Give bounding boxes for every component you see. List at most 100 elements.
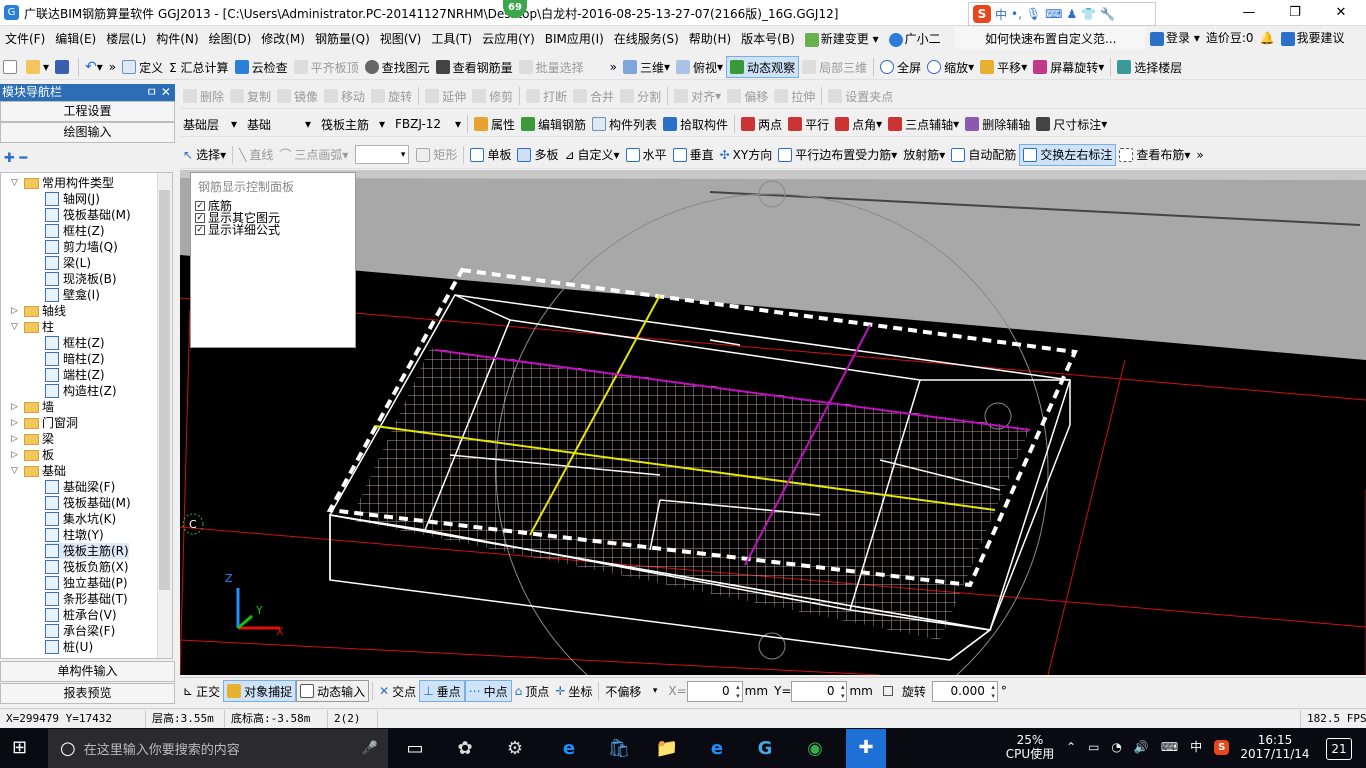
menu-help[interactable]: 帮助(H) [684, 30, 736, 47]
tree-item[interactable]: 独立基础(P) [45, 575, 128, 591]
engineering-settings-button[interactable]: 工程设置 [0, 101, 175, 122]
delete-aux-button[interactable]: 删除辅轴 [962, 113, 1033, 135]
tree-item[interactable]: 暗柱(Z) [45, 351, 105, 367]
tree-folder[interactable]: ▷ 轴线 [11, 303, 66, 319]
pan-button[interactable]: 平移 ▾ [977, 56, 1030, 78]
menu-tools[interactable]: 工具(T) [426, 30, 477, 47]
pinwheel-app-icon[interactable]: ✿ [450, 734, 480, 764]
checkbox-icon[interactable]: ✓ [195, 201, 205, 211]
save-button[interactable] [52, 56, 75, 78]
batch-select-button[interactable]: 批量选择 [516, 56, 587, 78]
taskbar-search[interactable]: ○ 在这里输入你要搜索的内容 🎤 [48, 729, 388, 768]
wrench-icon[interactable]: 🔧 [1100, 7, 1115, 21]
settings-app-icon[interactable]: ⚙ [500, 734, 530, 764]
active-app-icon[interactable]: ✚ [846, 729, 886, 768]
option-show-formula[interactable]: ✓ 显示详细公式 [191, 224, 355, 236]
notification-center[interactable]: 21 [1326, 738, 1352, 760]
tree-folder[interactable]: ▽ 柱 [11, 319, 54, 335]
zoom-button[interactable]: 缩放 ▾ [924, 56, 977, 78]
floor-type-select[interactable]: 基础 ▾ [244, 115, 314, 134]
wifi-icon[interactable]: ◔ [1111, 740, 1121, 755]
sum-calc-button[interactable]: Σ 汇总计算 [166, 56, 231, 78]
collapse-arrow-icon[interactable]: ▽ [11, 175, 21, 191]
windows-start-icon[interactable]: ⊞ [12, 738, 34, 760]
menu-version[interactable]: 版本号(B) [736, 30, 800, 47]
fullscreen-button[interactable]: 全屏 [877, 56, 924, 78]
nav-pin-close[interactable]: ㅁ ✕ [146, 84, 171, 101]
set-node-button[interactable]: 设置夹点 [825, 85, 896, 107]
component-list-button[interactable]: 构件列表 [589, 113, 660, 135]
battery-icon[interactable]: ▭ [1088, 740, 1099, 755]
single-board-button[interactable]: 单板 [467, 144, 514, 166]
menu-component[interactable]: 构件(N) [151, 30, 203, 47]
dynamic-observe-button[interactable]: 动态观察 [726, 56, 800, 78]
task-view-icon[interactable]: ▭ [400, 734, 430, 764]
local3d-button[interactable]: 局部三维 [799, 56, 870, 78]
tray-up-arrow-icon[interactable]: ⌃ [1066, 740, 1076, 755]
tree-folder[interactable]: ▽ 基础 [11, 463, 66, 479]
parallel-button[interactable]: 平行 [785, 113, 832, 135]
midpoint-button[interactable]: ⋯ 中点 [464, 680, 512, 702]
dimension-button[interactable]: 尺寸标注 ▾ [1033, 113, 1110, 135]
rotate-checkbox[interactable] [882, 686, 893, 696]
tree-folder[interactable]: ▷ 板 [11, 447, 54, 463]
arc-combo[interactable]: ▾ [355, 145, 410, 164]
expand-collapse-icon[interactable]: ✚ ━ [4, 151, 27, 166]
floor-select[interactable]: 基础层 ▾ [180, 115, 240, 134]
tray-lang[interactable]: 中 [1190, 740, 1202, 755]
copy-button[interactable]: 复制 [227, 85, 274, 107]
x-input[interactable]: 0 [686, 680, 743, 702]
pick-component-button[interactable]: 拾取构件 [660, 113, 731, 135]
tree-item[interactable]: 端柱(Z) [45, 367, 105, 383]
arc-button[interactable]: ⌒ 三点画弧 ▾ [276, 144, 351, 166]
custom-button[interactable]: ⊿ 自定义 ▾ [561, 144, 622, 166]
tree-item[interactable]: 承台梁(F) [45, 623, 115, 639]
new-change-button[interactable]: 新建变更 ▾ [800, 30, 884, 47]
vertical-button[interactable]: 垂直 [670, 144, 717, 166]
extend-button[interactable]: 延伸 [422, 85, 469, 107]
menu-online[interactable]: 在线服务(S) [609, 30, 684, 47]
bell-icon[interactable]: 🔔 [1260, 31, 1275, 45]
menu-floor[interactable]: 楼层(L) [101, 30, 151, 47]
tree-item[interactable]: 筏板负筋(X) [45, 559, 129, 575]
3d-viewport[interactable]: C Z Y X [180, 170, 1366, 675]
radial-button[interactable]: 放射筋 ▾ [900, 144, 948, 166]
xiaoer-button[interactable]: 广小二 [884, 30, 946, 47]
align-top-button[interactable]: 平齐板顶 [291, 56, 362, 78]
ime-toolbar[interactable]: S 中 •, 🎙 ⌨ ♟ 👕 🔧 [968, 2, 1156, 26]
tree-folder[interactable]: ▷ 梁 [11, 431, 54, 447]
parallel-edge-button[interactable]: 平行边布置受力筋 ▾ [775, 144, 900, 166]
offset-mode-select[interactable]: 不偏移 ▾ [602, 682, 660, 701]
delete-button[interactable]: 删除 [180, 85, 227, 107]
report-preview-button[interactable]: 报表预览 [0, 683, 175, 704]
swap-label-button[interactable]: 交换左右标注 [1019, 143, 1117, 166]
tree-folder[interactable]: ▽ 常用构件类型 [11, 175, 114, 191]
view3d-button[interactable]: 三维 ▾ [620, 56, 673, 78]
sogou-logo-icon[interactable]: S [973, 5, 991, 23]
checkbox-icon[interactable]: ✓ [195, 213, 205, 223]
expand-arrow-icon[interactable]: ▷ [11, 303, 21, 319]
component-name-select[interactable]: FBZJ-12 ▾ [392, 115, 464, 134]
file-explorer-icon[interactable]: 📁 [652, 734, 682, 764]
close-button[interactable]: ✕ [1318, 0, 1364, 26]
auto-rebar-button[interactable]: 自动配筋 [948, 144, 1019, 166]
store-icon[interactable]: 🛍 [604, 734, 634, 764]
select-floor-button[interactable]: 选择楼层 [1114, 56, 1185, 78]
merge-button[interactable]: 合并 [570, 85, 617, 107]
toolbar-more-2[interactable]: » [607, 56, 620, 78]
clock[interactable]: 16:15 2017/11/14 [1240, 733, 1310, 761]
tree-folder[interactable]: ▷ 门窗洞 [11, 415, 78, 431]
minimize-button[interactable]: — [1226, 0, 1272, 26]
expand-arrow-icon[interactable]: ▷ [11, 415, 21, 431]
help-search-box[interactable]: 如何快速布置自定义范... [955, 27, 1145, 49]
collapse-arrow-icon[interactable]: ▽ [11, 463, 21, 479]
trim-button[interactable]: 修剪 [469, 85, 516, 107]
tree-item[interactable]: 柱墩(Y) [45, 527, 104, 543]
view-layout-button[interactable]: 查看布筋 ▾ [1116, 144, 1193, 166]
tree-item[interactable]: 现浇板(B) [45, 271, 117, 287]
tree-item[interactable]: 框柱(Z) [45, 223, 105, 239]
keyboard-icon[interactable]: ⌨ [1045, 7, 1062, 21]
ie-icon[interactable]: e [702, 734, 732, 764]
edit-rebar-button[interactable]: 编辑钢筋 [518, 113, 589, 135]
drawing-input-button[interactable]: 绘图输入 [0, 122, 175, 143]
